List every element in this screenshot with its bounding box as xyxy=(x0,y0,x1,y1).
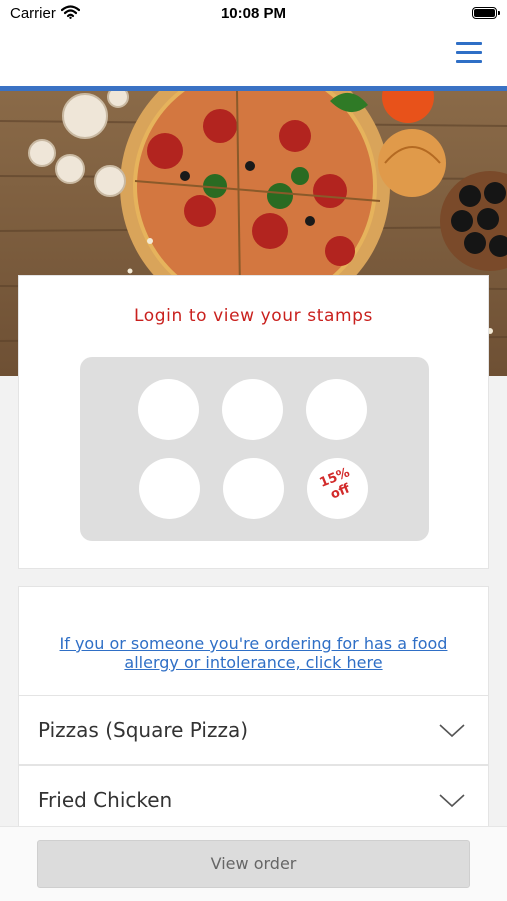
battery-icon xyxy=(472,7,500,19)
status-time: 10:08 PM xyxy=(220,5,287,22)
stamp-slot xyxy=(138,379,199,440)
chevron-down-icon xyxy=(438,793,466,813)
stamp-grid: 15% off xyxy=(80,357,429,541)
app-header xyxy=(0,30,507,86)
stamp-card: Login to view your stamps 15% off xyxy=(18,275,489,569)
stamp-slot xyxy=(139,458,200,519)
category-label: Fried Chicken xyxy=(38,788,173,812)
hamburger-menu-icon[interactable] xyxy=(454,38,484,66)
stamp-slot xyxy=(222,379,283,440)
view-order-button[interactable]: View order xyxy=(37,840,470,888)
bottom-bar: View order xyxy=(0,826,507,901)
status-bar: Carrier 10:08 PM xyxy=(0,0,507,30)
allergy-info-link[interactable]: If you or someone you're ordering for ha… xyxy=(39,634,468,672)
category-row-pizzas[interactable]: Pizzas (Square Pizza) xyxy=(18,695,489,765)
reward-label: 15% off xyxy=(304,460,372,511)
reward-stamp: 15% off xyxy=(307,458,368,519)
allergy-card: If you or someone you're ordering for ha… xyxy=(18,586,489,696)
stamp-slot xyxy=(223,458,284,519)
category-label: Pizzas (Square Pizza) xyxy=(38,718,249,742)
login-to-view-stamps-link[interactable]: Login to view your stamps xyxy=(19,306,488,326)
stamp-slot xyxy=(306,379,367,440)
category-row-fried-chicken[interactable]: Fried Chicken xyxy=(18,765,489,835)
chevron-down-icon xyxy=(438,723,466,743)
